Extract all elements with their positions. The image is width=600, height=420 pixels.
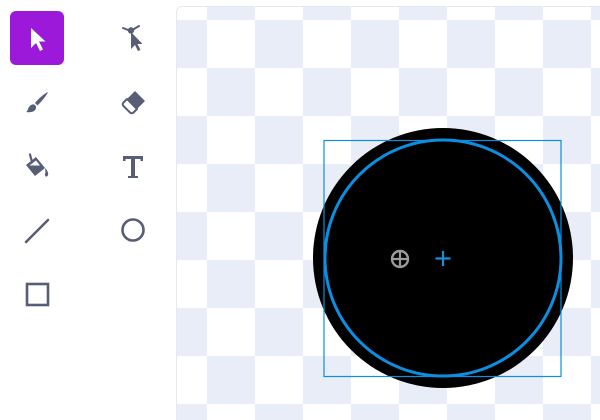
arrow-pointer-icon: [31, 28, 46, 51]
paint-canvas[interactable]: [176, 6, 600, 420]
line-icon: [24, 218, 50, 244]
circle-icon: [121, 218, 145, 242]
rectangle-icon: [25, 282, 50, 307]
text-tool-button[interactable]: [106, 139, 160, 193]
fill-tool-button[interactable]: [10, 139, 64, 193]
eraser-icon: [121, 91, 145, 115]
reshape-tool-button[interactable]: [106, 11, 160, 65]
tool-palette: [0, 0, 176, 420]
fill-bucket-icon: [26, 153, 49, 177]
circle-tool-button[interactable]: [106, 203, 160, 257]
rectangle-tool-button[interactable]: [10, 267, 64, 321]
move-handle-icon[interactable]: [390, 249, 410, 269]
select-tool-button[interactable]: [10, 11, 64, 65]
text-t-icon: [123, 156, 143, 178]
canvas-stage[interactable]: [177, 7, 600, 420]
brush-tool-button[interactable]: [10, 75, 64, 129]
line-tool-button[interactable]: [10, 203, 64, 257]
reshape-icon: [122, 25, 143, 51]
eraser-tool-button[interactable]: [106, 75, 160, 129]
brush-icon: [26, 92, 48, 113]
